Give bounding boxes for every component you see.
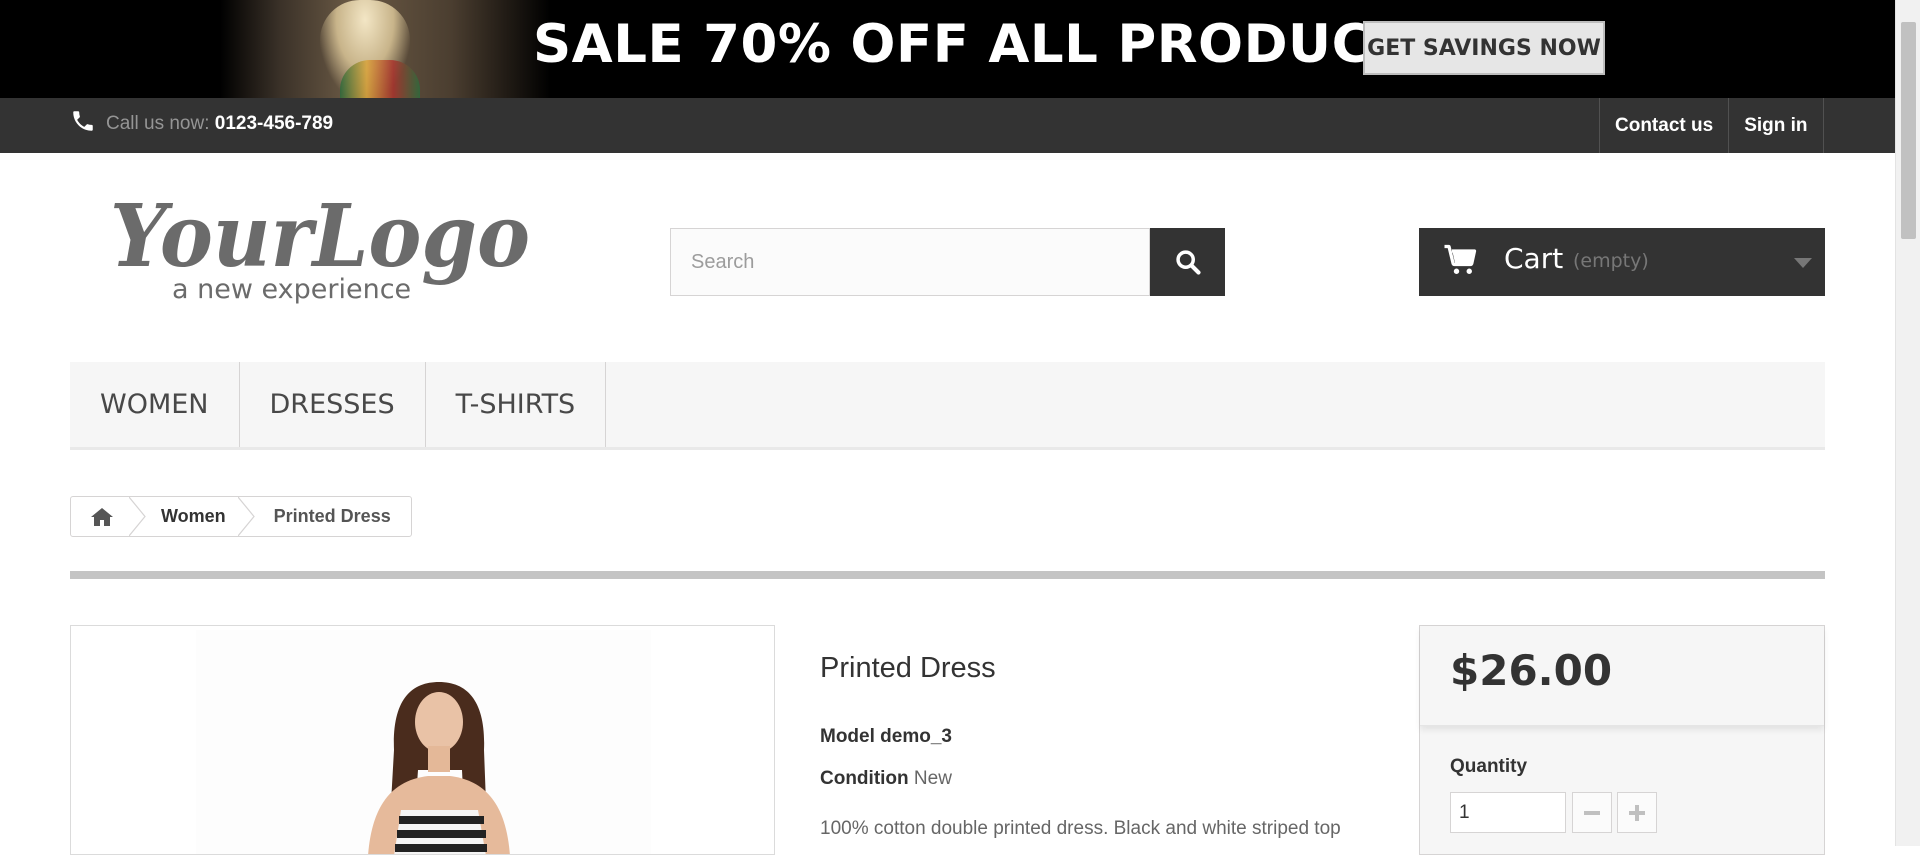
promo-banner[interactable]: SALE 70% OFF ALL PRODUCTS GET SAVINGS NO… bbox=[0, 0, 1895, 98]
menu-item-t-shirts[interactable]: T-SHIRTS bbox=[426, 362, 607, 447]
product-condition: Condition New bbox=[820, 768, 952, 790]
banner-model-photo bbox=[220, 0, 550, 98]
banner-headline: SALE 70% OFF ALL PRODUCTS bbox=[533, 14, 1447, 75]
product-title: Printed Dress bbox=[820, 652, 996, 684]
search-bar bbox=[670, 228, 1225, 296]
minus-icon bbox=[1584, 810, 1600, 815]
plus-icon bbox=[1629, 804, 1645, 821]
section-divider bbox=[70, 571, 1825, 579]
quantity-decrease-button[interactable] bbox=[1572, 792, 1612, 833]
chevron-down-icon bbox=[1794, 258, 1812, 268]
scrollbar-thumb[interactable] bbox=[1901, 22, 1916, 239]
search-button[interactable] bbox=[1150, 228, 1225, 296]
product-image-frame[interactable] bbox=[70, 625, 775, 855]
product-model: Model demo_3 bbox=[820, 726, 952, 748]
search-input[interactable] bbox=[670, 228, 1151, 296]
logo-tagline: a new experience bbox=[172, 274, 411, 305]
quantity-increase-button[interactable] bbox=[1617, 792, 1657, 833]
condition-value: New bbox=[913, 768, 952, 789]
model-value: demo_3 bbox=[880, 726, 952, 747]
menu-item-women[interactable]: WOMEN bbox=[70, 362, 240, 447]
product-description: 100% cotton double printed dress. Black … bbox=[820, 818, 1341, 839]
cart-button[interactable]: Cart (empty) bbox=[1419, 228, 1825, 296]
contact-us-link[interactable]: Contact us bbox=[1599, 98, 1728, 153]
quantity-input[interactable] bbox=[1450, 792, 1566, 833]
breadcrumb-item-women[interactable]: Women bbox=[133, 497, 255, 536]
get-savings-button[interactable]: GET SAVINGS NOW bbox=[1363, 21, 1605, 75]
logo-text: YourLogo bbox=[110, 186, 530, 287]
sign-in-link[interactable]: Sign in bbox=[1728, 98, 1824, 153]
cart-label: Cart bbox=[1504, 242, 1564, 275]
cart-status: (empty) bbox=[1573, 250, 1649, 272]
phone-number: 0123-456-789 bbox=[214, 113, 334, 134]
price-box: $26.00 Quantity bbox=[1419, 625, 1825, 855]
breadcrumb-home[interactable] bbox=[71, 497, 146, 536]
home-icon bbox=[91, 507, 113, 526]
breadcrumb: Women Printed Dress bbox=[70, 496, 412, 537]
call-prefix: Call us now: bbox=[106, 113, 210, 134]
product-image bbox=[196, 630, 651, 854]
product-price: $26.00 bbox=[1450, 646, 1613, 695]
site-logo[interactable]: YourLogo a new experience bbox=[108, 186, 536, 311]
page-scrollbar[interactable] bbox=[1895, 0, 1920, 846]
search-icon bbox=[1175, 250, 1201, 275]
main-menu: WOMEN DRESSES T-SHIRTS bbox=[70, 362, 1825, 450]
cart-icon bbox=[1444, 244, 1477, 274]
phone-icon bbox=[73, 111, 93, 131]
call-us: Call us now: 0123-456-789 bbox=[106, 113, 333, 135]
breadcrumb-item-current: Printed Dress bbox=[246, 497, 411, 536]
breadcrumb-label: Women bbox=[161, 506, 226, 526]
product-photo bbox=[368, 682, 510, 854]
menu-item-dresses[interactable]: DRESSES bbox=[240, 362, 426, 447]
model-label: Model bbox=[820, 726, 875, 747]
condition-label: Condition bbox=[820, 768, 909, 789]
breadcrumb-label: Printed Dress bbox=[273, 506, 391, 526]
top-nav: Contact us Sign in bbox=[1599, 98, 1824, 153]
top-bar: Call us now: 0123-456-789 Contact us Sig… bbox=[0, 98, 1895, 153]
quantity-label: Quantity bbox=[1450, 756, 1528, 777]
